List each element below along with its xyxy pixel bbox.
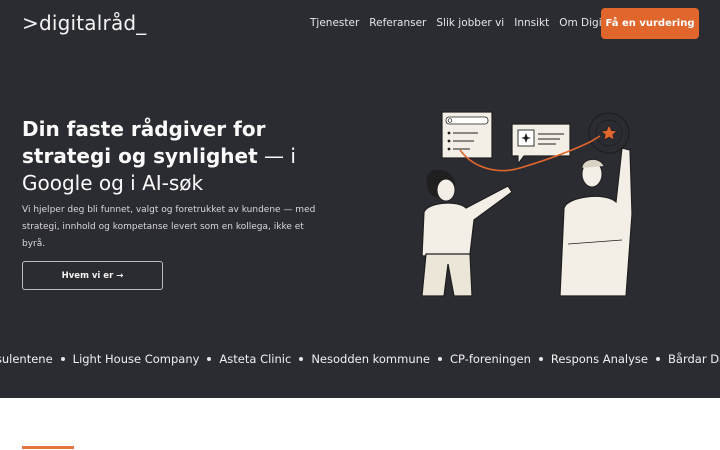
bullet-icon xyxy=(656,357,661,361)
search-panel xyxy=(441,111,493,159)
hero-section: >digitalråd_ Tjenester Referanser Slik j… xyxy=(0,0,720,398)
nav-item-tjenester[interactable]: Tjenester xyxy=(310,17,359,29)
main-nav: Tjenester Referanser Slik jobber vi Inns… xyxy=(310,17,633,29)
nav-item-slik-jobber-vi[interactable]: Slik jobber vi xyxy=(436,17,504,29)
ticker-item: Respons Analyse xyxy=(550,352,649,366)
hero-title-bold: Din faste rådgiver for strategi og synli… xyxy=(22,117,266,168)
ticker-item: CP-foreningen xyxy=(449,352,531,366)
consultants-illustration xyxy=(421,111,633,297)
nav-item-referanser[interactable]: Referanser xyxy=(369,17,426,29)
logo[interactable]: >digitalråd_ xyxy=(22,11,147,35)
services-section xyxy=(0,398,720,450)
client-ticker: nkonsulentene Light House Company Asteta… xyxy=(0,352,720,370)
ticker-item: Light House Company xyxy=(72,352,200,366)
hero-title: Din faste rådgiver for strategi og synli… xyxy=(22,116,342,197)
hero-lead: Vi hjelper deg bli funnet, valgt og fore… xyxy=(22,205,316,249)
target-star-icon xyxy=(588,112,630,154)
bullet-icon xyxy=(207,357,212,361)
ticker-track: nkonsulentene Light House Company Asteta… xyxy=(0,352,720,366)
nav-item-innsikt[interactable]: Innsikt xyxy=(514,17,549,29)
bullet-icon xyxy=(299,357,304,361)
get-assessment-button[interactable]: Få en vurdering xyxy=(601,8,699,39)
bullet-icon xyxy=(538,357,543,361)
chat-bubble-icon xyxy=(511,123,571,166)
man-figure xyxy=(559,147,633,297)
ticker-item: nkonsulentene xyxy=(0,352,53,366)
ticker-item: Nesodden kommune xyxy=(311,352,430,366)
bullet-icon xyxy=(60,357,65,361)
ticker-item: Asteta Clinic xyxy=(219,352,292,366)
woman-figure xyxy=(421,169,513,297)
ticker-item: Bårdar Danseinstitutt xyxy=(668,352,720,366)
bullet-icon xyxy=(437,357,442,361)
section-kicker xyxy=(22,446,74,449)
who-we-are-button[interactable]: Hvem vi er → xyxy=(22,261,163,290)
